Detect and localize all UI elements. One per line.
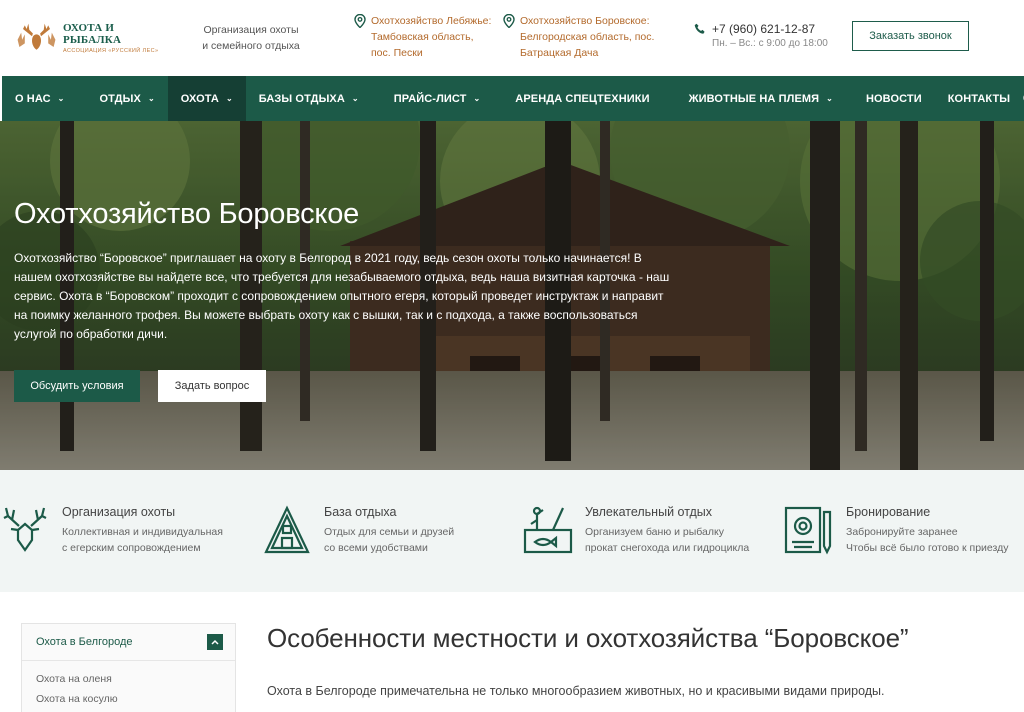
- phone-icon: [694, 23, 705, 34]
- chevron-down-icon: ⌄: [826, 94, 833, 103]
- feature-desc-line: Забронируйте заранее: [846, 526, 958, 538]
- logo-title: ОХОТА И РЫБАЛКА: [63, 22, 122, 46]
- nav-label: АРЕНДА СПЕЦТЕХНИКИ: [515, 92, 650, 105]
- feature-desc-line: Отдых для семьи и друзей: [324, 526, 455, 538]
- features-strip: Организация охоты Коллективная и индивид…: [0, 470, 1024, 592]
- site-header: ОХОТА И РЫБАЛКА АССОЦИАЦИЯ «РУССКИЙ ЛЕС»…: [0, 0, 1024, 76]
- sidebar-heading[interactable]: Охота в Белгороде: [22, 624, 235, 661]
- phone-link[interactable]: +7 (960) 621-12-87: [694, 22, 828, 36]
- location-2-line-2: Белгородская область, пос.: [520, 31, 655, 43]
- feature-desc-line: Чтобы всё было готово к приезду: [846, 542, 1009, 554]
- working-hours: Пн. – Вс.: с 9:00 до 18:00: [712, 38, 828, 49]
- feature-desc-line: прокат снегохода или гидроцикла: [585, 542, 750, 554]
- chevron-down-icon: ⌄: [351, 94, 359, 103]
- collapse-toggle[interactable]: [207, 634, 223, 650]
- chevron-up-icon: [211, 639, 219, 645]
- callback-button[interactable]: Заказать звонок: [852, 21, 969, 51]
- chevron-down-icon: ⌄: [57, 94, 65, 103]
- sidebar-heading-label: Охота в Белгороде: [36, 636, 133, 648]
- feature-booking[interactable]: Бронирование Забронируйте заранее Чтобы …: [784, 504, 1008, 556]
- map-pin-icon: [354, 14, 366, 28]
- nav-label: КОНТАКТЫ: [947, 92, 1011, 105]
- feature-title: Увлекательный отдых: [585, 505, 713, 519]
- feature-desc-line: Коллективная и индивидуальная: [62, 526, 223, 538]
- fishing-icon: [523, 506, 573, 554]
- map-pin-icon: [503, 14, 515, 28]
- feature-title: Организация охоты: [62, 505, 176, 519]
- feature-desc-line: Организуем баню и рыбалку: [585, 526, 724, 538]
- location-lebyazhye[interactable]: Охотхозяйство Лебяжье: Тамбовская област…: [354, 13, 499, 61]
- nav-item-leisure[interactable]: ОТДЫХ ⌄: [77, 76, 167, 121]
- nav-label: ОХОТА: [180, 92, 219, 105]
- feature-desc-line: со всеми удобствами: [324, 542, 428, 554]
- content-title: Особенности местности и охотхозяйства “Б…: [267, 623, 909, 653]
- site-logo[interactable]: ОХОТА И РЫБАЛКА АССОЦИАЦИЯ «РУССКИЙ ЛЕС»: [14, 20, 164, 56]
- location-1-line-3: пос. Пески: [371, 47, 423, 59]
- cabin-icon: [264, 505, 310, 554]
- feature-description: Отдых для семьи и друзей со всеми удобст…: [324, 524, 454, 556]
- nav-label: ОТДЫХ: [99, 92, 141, 105]
- location-2-line-1: Охотхозяйство Боровское:: [520, 15, 650, 27]
- chevron-down-icon: ⌄: [225, 94, 233, 103]
- nav-item-contacts[interactable]: КОНТАКТЫ: [935, 76, 1023, 121]
- org-tagline: Организация охоты и семейного отдыха: [196, 22, 306, 54]
- feature-title: Бронирование: [846, 505, 931, 519]
- feature-recreation-base[interactable]: База отдыха Отдых для семьи и друзей со …: [262, 504, 454, 556]
- feature-description: Забронируйте заранее Чтобы всё было гото…: [846, 524, 1008, 556]
- hero-description: Охотхозяйство “Боровское” приглашает на …: [14, 251, 670, 341]
- phone-block: +7 (960) 621-12-87 Пн. – Вс.: с 9:00 до …: [694, 22, 828, 49]
- nav-label: БАЗЫ ОТДЫХА: [258, 92, 345, 105]
- nav-label: О НАС: [15, 92, 51, 105]
- nav-item-hunting[interactable]: ОХОТА ⌄: [167, 76, 246, 121]
- deer-icon: [3, 507, 47, 552]
- discuss-terms-button[interactable]: Обсудить условия: [14, 370, 140, 402]
- logo-subtitle: АССОЦИАЦИЯ «РУССКИЙ ЛЕС»: [63, 48, 159, 54]
- feature-title: База отдыха: [324, 505, 397, 519]
- certificate-icon: [784, 506, 832, 555]
- phone-number: +7 (960) 621-12-87: [712, 22, 816, 36]
- nav-label: ЖИВОТНЫЕ НА ПЛЕМЯ: [688, 92, 820, 105]
- feature-description: Организуем баню и рыбалку прокат снегохо…: [585, 524, 749, 556]
- feature-hunting[interactable]: Организация охоты Коллективная и индивид…: [0, 504, 223, 556]
- nav-item-about[interactable]: О НАС ⌄: [2, 76, 77, 121]
- ask-question-button[interactable]: Задать вопрос: [158, 370, 266, 402]
- sidebar-item-deer-hunting[interactable]: Охота на оленя: [22, 669, 235, 689]
- nav-item-news[interactable]: НОВОСТИ: [846, 76, 935, 121]
- chevron-down-icon: ⌄: [147, 94, 155, 103]
- feature-leisure[interactable]: Увлекательный отдых Организуем баню и ры…: [523, 504, 749, 556]
- location-borovskoe[interactable]: Охотхозяйство Боровское: Белгородская об…: [503, 13, 663, 61]
- nav-label: НОВОСТИ: [865, 92, 922, 105]
- feature-description: Коллективная и индивидуальная с егерским…: [62, 524, 223, 556]
- nav-item-breeding-animals[interactable]: ЖИВОТНЫЕ НА ПЛЕМЯ ⌄: [663, 76, 846, 121]
- nav-item-recreation-bases[interactable]: БАЗЫ ОТДЫХА ⌄: [246, 76, 372, 121]
- deer-logo-icon: [17, 23, 56, 50]
- hero-title: Охотхозяйство Боровское: [14, 198, 360, 230]
- hero-banner: Охотхозяйство Боровское Охотхозяйство “Б…: [0, 121, 1024, 470]
- feature-desc-line: с егерским сопровождением: [62, 542, 201, 554]
- location-1-line-1: Охотхозяйство Лебяжье:: [371, 15, 492, 27]
- nav-label: ПРАЙС-ЛИСТ: [393, 92, 467, 105]
- location-1-line-2: Тамбовская область,: [371, 31, 474, 43]
- sidebar-menu: Охота в Белгороде Охота на оленя Охота н…: [21, 623, 236, 712]
- org-line-1: Организация охоты: [203, 24, 299, 36]
- main-nav: О НАС ⌄ ОТДЫХ ⌄ ОХОТА ⌄ БАЗЫ ОТДЫХА ⌄ ПРАЙС-…: [2, 76, 1024, 121]
- chevron-down-icon: ⌄: [473, 94, 481, 103]
- content-paragraph: Охота в Белгороде примечательна не тольк…: [267, 684, 885, 698]
- nav-item-price-list[interactable]: ПРАЙС-ЛИСТ ⌄: [372, 76, 494, 121]
- location-2-line-3: Батрацкая Дача: [520, 47, 599, 59]
- nav-item-equipment-rental[interactable]: АРЕНДА СПЕЦТЕХНИКИ: [493, 76, 662, 121]
- sidebar-item-roe-hunting[interactable]: Охота на косулю: [22, 689, 235, 709]
- org-line-2: и семейного отдыха: [202, 40, 300, 52]
